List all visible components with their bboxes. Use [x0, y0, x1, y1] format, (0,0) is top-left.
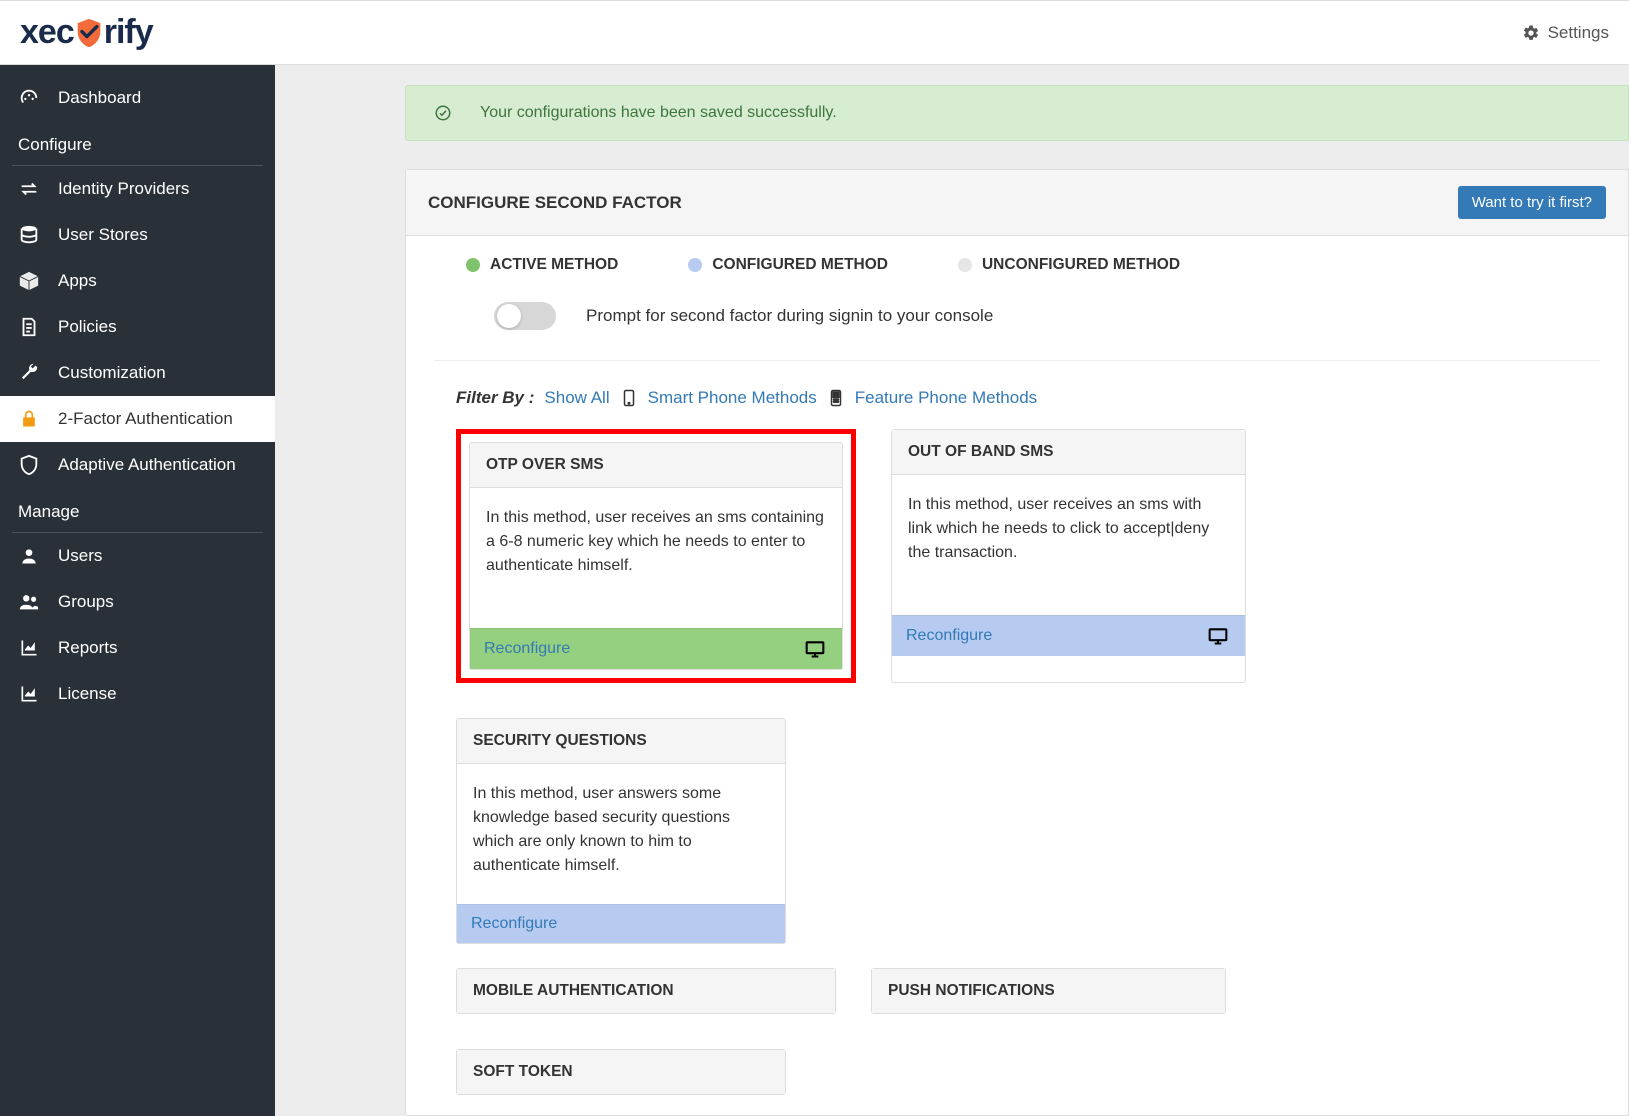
dot-green-icon [466, 258, 480, 272]
check-circle-icon [434, 104, 452, 122]
card-footer: Reconfigure [470, 628, 842, 669]
reconfigure-link[interactable]: Reconfigure [906, 627, 992, 645]
sidebar-item-2fa[interactable]: 2-Factor Authentication [0, 396, 275, 442]
filter-feature-phone[interactable]: Feature Phone Methods [855, 388, 1037, 408]
chart-icon [18, 683, 40, 705]
document-icon [18, 316, 40, 338]
users-icon [18, 591, 40, 613]
filter-smart-phone[interactable]: Smart Phone Methods [648, 388, 817, 408]
card-out-of-band-sms: OUT OF BAND SMS In this method, user rec… [891, 429, 1246, 683]
method-cards: OTP OVER SMS In this method, user receiv… [406, 429, 1628, 964]
panel-title: CONFIGURE SECOND FACTOR [428, 193, 682, 213]
card-title: MOBILE AUTHENTICATION [457, 969, 835, 1013]
method-cards-row2: MOBILE AUTHENTICATION PUSH NOTIFICATIONS… [406, 964, 1628, 1115]
sidebar-item-label: Reports [58, 638, 118, 658]
sidebar-item-apps[interactable]: Apps [0, 258, 275, 304]
sidebar-item-label: Adaptive Authentication [58, 455, 236, 475]
sidebar-item-label: Apps [58, 271, 97, 291]
sidebar-heading-configure: Configure [0, 121, 275, 165]
swap-icon [18, 178, 40, 200]
sidebar-item-policies[interactable]: Policies [0, 304, 275, 350]
smartphone-icon [620, 385, 638, 411]
app-header: xec rify Settings [0, 0, 1629, 65]
method-legend: ACTIVE METHOD CONFIGURED METHOD UNCONFIG… [406, 236, 1628, 294]
card-title: SOFT TOKEN [457, 1050, 785, 1094]
sidebar-item-label: Groups [58, 592, 114, 612]
card-otp-sms: OTP OVER SMS In this method, user receiv… [456, 429, 856, 683]
card-title: OUT OF BAND SMS [892, 430, 1245, 475]
card-body: In this method, user receives an sms wit… [892, 475, 1245, 615]
brand-logo[interactable]: xec rify [20, 13, 153, 52]
panel-header: CONFIGURE SECOND FACTOR Want to try it f… [406, 170, 1628, 236]
box-icon [18, 270, 40, 292]
chart-icon [18, 637, 40, 659]
card-mobile-auth: MOBILE AUTHENTICATION [456, 968, 836, 1014]
card-title: PUSH NOTIFICATIONS [872, 969, 1225, 1013]
sidebar-item-label: Customization [58, 363, 166, 383]
sidebar-item-label: Policies [58, 317, 117, 337]
card-title: SECURITY QUESTIONS [457, 719, 785, 764]
sidebar-item-groups[interactable]: Groups [0, 579, 275, 625]
reconfigure-link[interactable]: Reconfigure [471, 915, 557, 933]
sidebar-item-adaptive-auth[interactable]: Adaptive Authentication [0, 442, 275, 488]
prompt-toggle[interactable] [494, 302, 556, 330]
filter-show-all[interactable]: Show All [544, 388, 609, 408]
sidebar-item-identity-providers[interactable]: Identity Providers [0, 166, 275, 212]
card-footer: Reconfigure [457, 904, 785, 943]
shield-outline-icon [18, 454, 40, 476]
lock-icon [18, 408, 40, 430]
legend-unconfigured: UNCONFIGURED METHOD [958, 256, 1180, 274]
dashboard-icon [18, 87, 40, 109]
sidebar-item-label: 2-Factor Authentication [58, 409, 233, 429]
toggle-label: Prompt for second factor during signin t… [586, 306, 993, 326]
toggle-row: Prompt for second factor during signin t… [434, 294, 1600, 361]
sidebar-item-license[interactable]: License [0, 671, 275, 717]
filter-label: Filter By : [456, 388, 534, 408]
card-footer: Reconfigure [892, 615, 1245, 656]
card-body: In this method, user receives an sms con… [470, 488, 842, 628]
card-title: OTP OVER SMS [470, 443, 842, 488]
success-alert: Your configurations have been saved succ… [405, 85, 1629, 141]
feature-phone-icon [827, 385, 845, 411]
card-soft-token: SOFT TOKEN [456, 1049, 786, 1095]
sidebar-item-label: Dashboard [58, 88, 141, 108]
card-push-notifications: PUSH NOTIFICATIONS [871, 968, 1226, 1014]
sidebar-item-user-stores[interactable]: User Stores [0, 212, 275, 258]
sidebar: Dashboard Configure Identity Providers U… [0, 65, 275, 1116]
gear-icon [1522, 24, 1540, 42]
monitor-icon [1205, 626, 1231, 646]
card-body: In this method, user answers some knowle… [457, 764, 785, 904]
sidebar-heading-manage: Manage [0, 488, 275, 532]
sidebar-item-reports[interactable]: Reports [0, 625, 275, 671]
user-icon [18, 545, 40, 567]
shield-icon [72, 16, 106, 50]
main-content: Your configurations have been saved succ… [275, 65, 1629, 1116]
sidebar-item-customization[interactable]: Customization [0, 350, 275, 396]
settings-link[interactable]: Settings [1522, 23, 1609, 43]
alert-message: Your configurations have been saved succ… [480, 104, 837, 122]
monitor-icon [802, 639, 828, 659]
card-security-questions: SECURITY QUESTIONS In this method, user … [456, 718, 786, 944]
legend-active: ACTIVE METHOD [466, 256, 618, 274]
filter-row: Filter By : Show All Smart Phone Methods… [406, 379, 1628, 429]
sidebar-item-dashboard[interactable]: Dashboard [0, 75, 275, 121]
database-icon [18, 224, 40, 246]
wrench-icon [18, 362, 40, 384]
reconfigure-link[interactable]: Reconfigure [484, 640, 570, 658]
dot-gray-icon [958, 258, 972, 272]
sidebar-item-label: Identity Providers [58, 179, 189, 199]
sidebar-item-label: Users [58, 546, 102, 566]
sidebar-item-label: License [58, 684, 117, 704]
config-panel: CONFIGURE SECOND FACTOR Want to try it f… [405, 169, 1629, 1116]
sidebar-item-users[interactable]: Users [0, 533, 275, 579]
legend-configured: CONFIGURED METHOD [688, 256, 888, 274]
try-it-button[interactable]: Want to try it first? [1458, 186, 1606, 219]
sidebar-item-label: User Stores [58, 225, 148, 245]
dot-blue-icon [688, 258, 702, 272]
